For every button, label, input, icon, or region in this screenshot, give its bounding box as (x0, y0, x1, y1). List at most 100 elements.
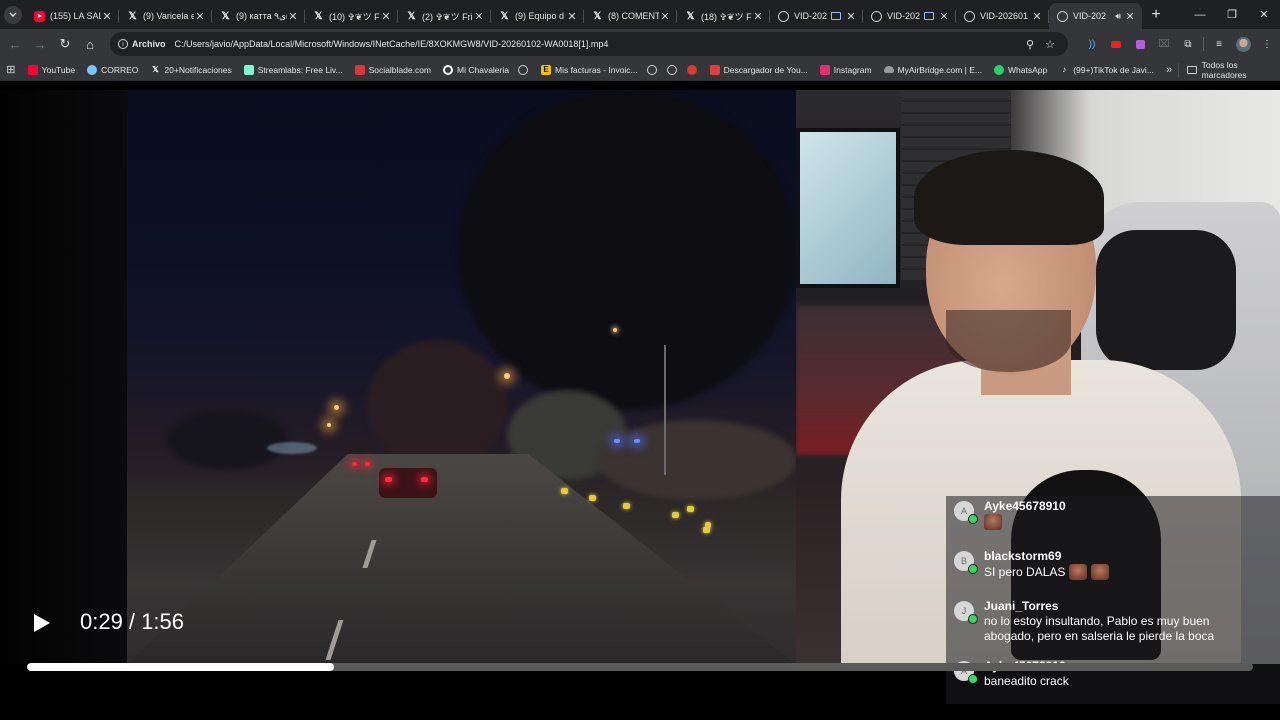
tab-search-button[interactable] (0, 0, 26, 29)
bookmark-item[interactable]: MyAirBridge.com | E... (878, 59, 988, 81)
restore-button[interactable]: ❐ (1216, 0, 1248, 29)
threads-icon (443, 64, 454, 75)
x-icon: 𝕏 (221, 10, 230, 22)
bookmark-item[interactable]: CORREO (81, 59, 144, 81)
emote-icon (1069, 564, 1088, 580)
bookmark-item[interactable] (684, 59, 704, 81)
extension-record-icon[interactable] (1104, 32, 1128, 56)
bookmark-item[interactable]: Descargador de You... (704, 59, 814, 81)
facturas-icon: E (540, 64, 551, 75)
tab[interactable]: (155) LA SAL ✕ (26, 3, 119, 29)
tab[interactable]: VID-202 🔊︎ ✕ (1049, 3, 1142, 29)
bookmark-item[interactable]: ♪ (99+)TikTok de Javi... (1053, 59, 1160, 81)
bookmark-list: YouTube CORREO 𝕏 20+Notificaciones Streamlab… (22, 59, 1160, 81)
tab[interactable]: VID-202 ✕ (863, 3, 956, 29)
drop-icon (87, 64, 98, 75)
menu-kebab-icon[interactable]: ⋮ (1255, 32, 1279, 56)
tab-close-icon[interactable]: ✕ (1031, 10, 1043, 23)
video-letterbox (0, 90, 127, 664)
chat-avatar: B (954, 551, 978, 574)
tab[interactable]: 𝕏 (18) ✞❦ツ Fr ✕ (677, 3, 770, 29)
all-bookmarks-button[interactable]: Todos los marcadores (1178, 60, 1280, 80)
bookmark-item[interactable] (515, 59, 535, 81)
info-icon[interactable]: i (118, 39, 128, 49)
tab-close-icon[interactable]: ✕ (752, 10, 764, 23)
url-text[interactable]: C:/Users/javio/AppData/Local/Microsoft/W… (175, 39, 1020, 49)
tab-close-icon[interactable]: ✕ (473, 10, 485, 23)
bookmark-item[interactable] (664, 59, 684, 81)
bookmark-item[interactable] (644, 59, 664, 81)
video-viewport[interactable]: A Ayke45678910 Bblackstorm69 SI pero DALAS J… (0, 82, 1280, 720)
reading-list-icon[interactable]: ≡ (1207, 32, 1231, 56)
bookmark-item[interactable]: Socialblade.com (349, 59, 437, 81)
minimize-button[interactable]: — (1184, 0, 1216, 29)
tab-close-icon[interactable]: ✕ (566, 10, 578, 23)
badge-icon (968, 564, 978, 574)
extension-shield-icon[interactable] (1128, 32, 1152, 56)
tab[interactable]: 𝕏 (9) Equipo d ✕ (491, 3, 584, 29)
new-tab-button[interactable]: + (1142, 2, 1170, 28)
tab-close-icon[interactable]: ✕ (380, 10, 392, 23)
back-button[interactable]: ← (3, 32, 27, 56)
tomato-icon (686, 64, 697, 75)
bookmark-item[interactable]: E Mis facturas - Invoic... (535, 59, 644, 81)
video-progress-bar[interactable] (27, 663, 1253, 671)
play-button[interactable] (30, 611, 52, 635)
bookmark-item[interactable]: Streamlabs: Free Liv... (238, 59, 349, 81)
close-window-button[interactable]: ✕ (1248, 0, 1280, 29)
badge-icon (968, 514, 978, 524)
extension-disabled-icon[interactable]: ⌧ (1152, 32, 1176, 56)
cloud-icon (883, 66, 894, 73)
x-icon: 𝕏 (314, 10, 323, 22)
tab[interactable]: 𝕏 (9) катта ى٩(✕ (212, 3, 305, 29)
bookmark-label: (99+)TikTok de Javi... (1073, 64, 1154, 75)
police-light (614, 439, 620, 443)
tab[interactable]: 𝕏 (10) ✞❦ツ Fr ✕ (305, 3, 398, 29)
reload-button[interactable]: ↻ (53, 32, 77, 56)
extensions-puzzle-icon[interactable]: ⧉ (1176, 32, 1200, 56)
tab-strip: (155) LA SAL ✕ 𝕏 (9) Varicela e ✕ 𝕏 (9) катта … (0, 0, 1280, 29)
tab[interactable]: VID-202 ✕ (770, 3, 863, 29)
badge-icon (968, 614, 978, 624)
tab-close-icon[interactable]: ✕ (101, 10, 113, 23)
tab[interactable]: VID-202601 ✕ (956, 3, 1049, 29)
whatsapp-icon (993, 64, 1004, 75)
tab-close-icon[interactable]: ✕ (845, 10, 857, 23)
extension-audio-icon[interactable]: )) (1080, 32, 1104, 56)
home-button[interactable]: ⌂ (78, 32, 102, 56)
chat-avatar: J (954, 601, 978, 624)
bookmark-item[interactable]: YouTube (22, 59, 81, 81)
bookmark-item[interactable]: Mi Chavaleria (437, 59, 515, 81)
tab-title: VID-202 (887, 11, 920, 21)
chat-message: A Ayke45678910 (954, 499, 1066, 530)
bookmark-item[interactable]: Instagram (814, 59, 878, 81)
tab[interactable]: 𝕏 (9) Varicela e ✕ (119, 3, 212, 29)
chat-username: Juani_Torres (984, 599, 1059, 613)
folder-icon (1187, 65, 1197, 74)
x-icon: 𝕏 (152, 65, 159, 74)
tab-close-icon[interactable]: ✕ (194, 10, 206, 23)
chat-message: Bblackstorm69 SI pero DALAS (954, 549, 1110, 580)
picture-in-picture-icon (831, 12, 841, 20)
globe-icon (646, 64, 657, 75)
bookmarks-overflow-icon[interactable]: » (1160, 64, 1178, 76)
profile-avatar[interactable] (1231, 32, 1255, 56)
apps-grid-icon[interactable]: ⊞ (0, 63, 22, 76)
address-bar[interactable]: i Archivo C:/Users/javio/AppData/Local/M… (110, 32, 1068, 56)
bookmark-item[interactable]: 𝕏 20+Notificaciones (144, 59, 237, 81)
emote-icon (984, 514, 1002, 530)
tab-close-icon[interactable]: ✕ (1124, 10, 1136, 23)
toolbar: ← → ↻ ⌂ i Archivo C:/Users/javio/AppData… (0, 29, 1280, 59)
bookmark-star-icon[interactable]: ☆ (1040, 38, 1060, 51)
car (379, 468, 437, 498)
tab-close-icon[interactable]: ✕ (938, 10, 950, 23)
tab[interactable]: 𝕏 (8) COMENT ✕ (584, 3, 677, 29)
forward-button[interactable]: → (28, 32, 52, 56)
zoom-icon[interactable]: ⚲ (1020, 38, 1040, 51)
tab[interactable]: 𝕏 (2) ✞❦ツ Fri ✕ (398, 3, 491, 29)
tab-close-icon[interactable]: ✕ (287, 10, 299, 23)
tab-close-icon[interactable]: ✕ (659, 10, 671, 23)
dashcam-video-frame[interactable] (127, 90, 796, 664)
bookmark-item[interactable]: WhatsApp (988, 59, 1053, 81)
audio-playing-icon[interactable]: 🔊︎ (1115, 11, 1121, 22)
